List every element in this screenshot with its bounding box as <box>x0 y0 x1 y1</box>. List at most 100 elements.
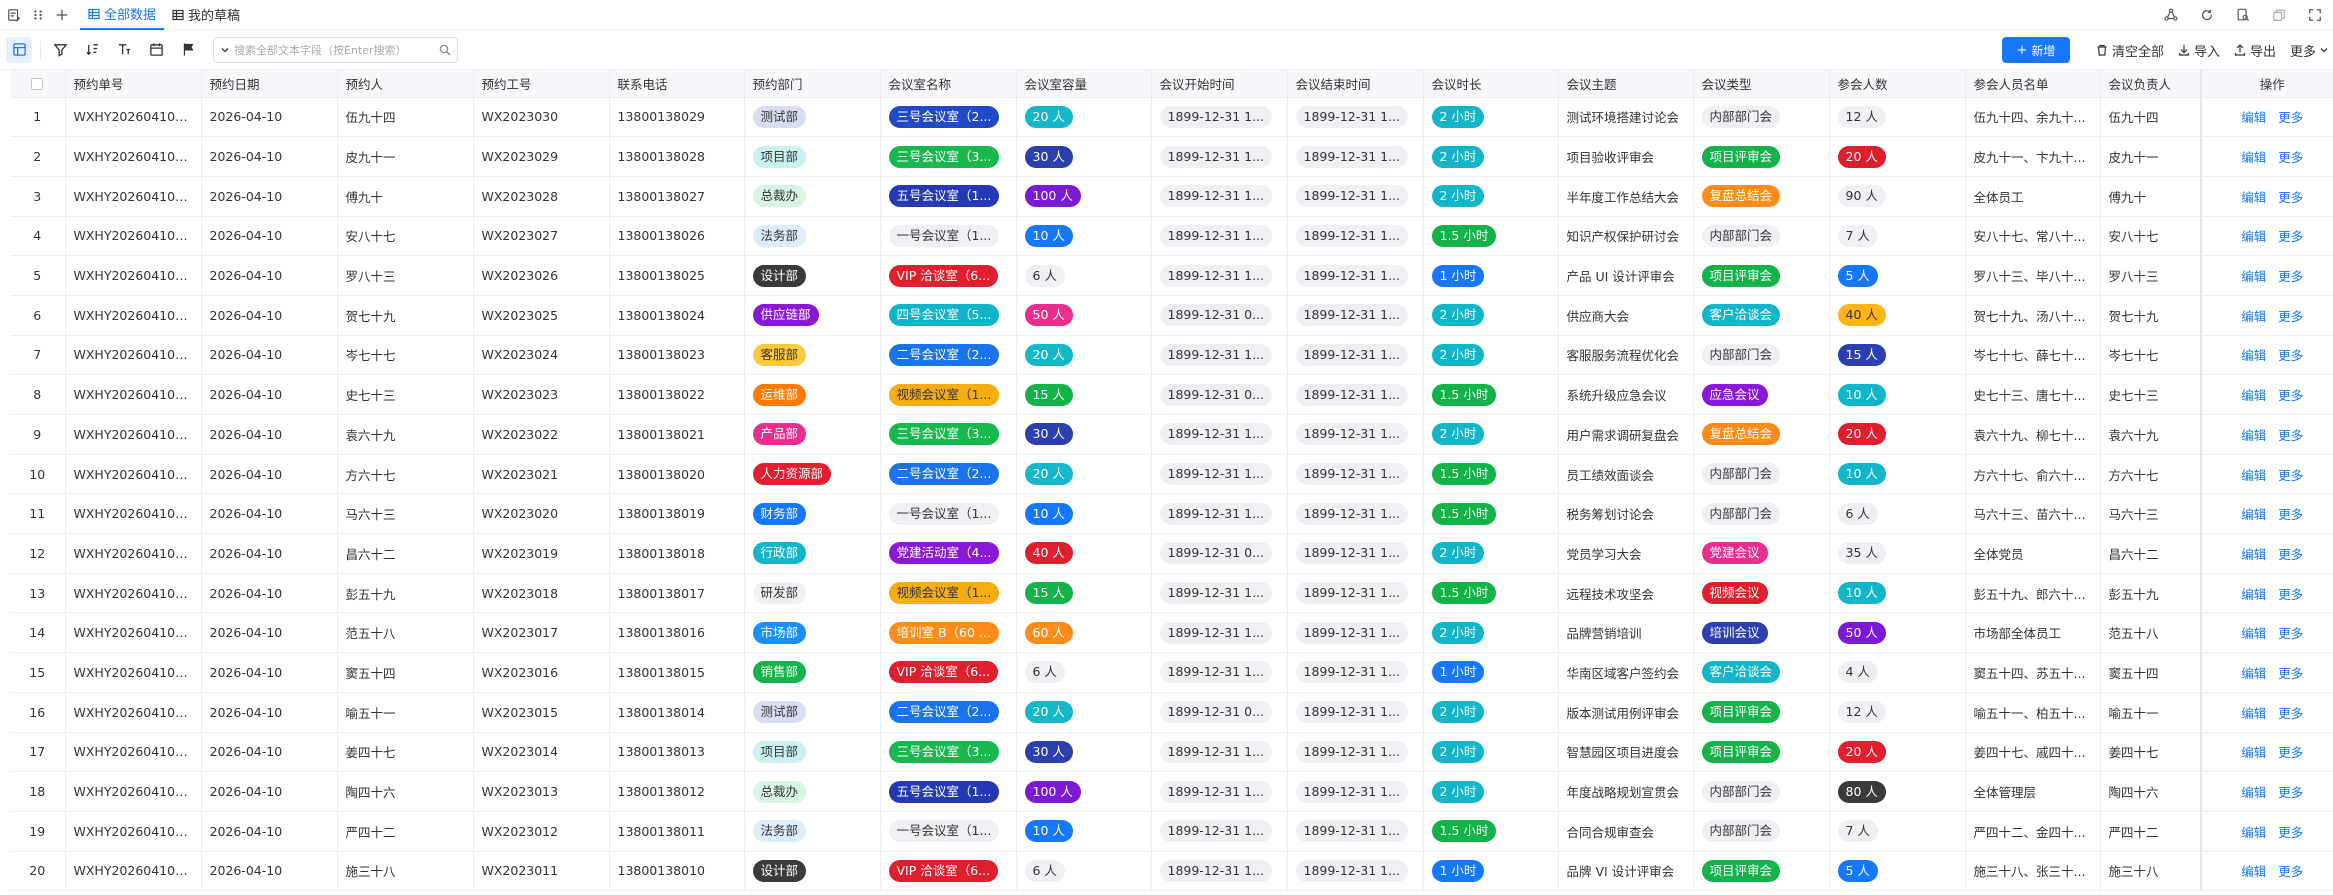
edit-link[interactable]: 编辑 <box>2241 150 2266 165</box>
edit-link[interactable]: 编辑 <box>2241 269 2266 284</box>
column-header[interactable]: 会议时长 <box>1423 70 1559 98</box>
more-link[interactable]: 更多 <box>2278 587 2303 602</box>
table-row[interactable]: 13 WXHY20260410018 2026-04-10 彭五十九 WX2023018… <box>10 573 2333 614</box>
more-link[interactable]: 更多 <box>2278 785 2303 800</box>
edit-link[interactable]: 编辑 <box>2241 666 2266 681</box>
more-link[interactable]: 更多 <box>2278 547 2303 562</box>
edit-link[interactable]: 编辑 <box>2241 110 2266 125</box>
more-link[interactable]: 更多 <box>2278 825 2303 840</box>
table-row[interactable]: 19 WXHY20260410012 2026-04-10 严四十二 WX2023012… <box>10 811 2333 852</box>
more-link[interactable]: 更多 <box>2278 706 2303 721</box>
tab-all-data[interactable]: 全部数据 <box>80 0 165 30</box>
tab-my-drafts[interactable]: 我的草稿 <box>164 0 248 30</box>
more-link[interactable]: 更多 <box>2278 666 2303 681</box>
more-link[interactable]: 更多 <box>2278 468 2303 483</box>
edit-link[interactable]: 编辑 <box>2241 825 2266 840</box>
more-link[interactable]: 更多 <box>2278 864 2303 879</box>
column-header[interactable]: 参会人员名单 <box>1965 70 2101 98</box>
table-row[interactable]: 11 WXHY20260410020 2026-04-10 马六十三 WX2023020… <box>10 493 2333 535</box>
edit-link[interactable]: 编辑 <box>2241 706 2266 721</box>
edit-link[interactable]: 编辑 <box>2241 587 2266 602</box>
table-row[interactable]: 20 WXHY20260410011 2026-04-10 施三十八 WX2023011… <box>10 851 2333 892</box>
table-row[interactable]: 7 WXHY20260410024 2026-04-10 岑七十七 WX2023024 1… <box>10 335 2333 376</box>
more-link[interactable]: 更多 <box>2278 190 2303 205</box>
search-input[interactable]: 搜索全部文本字段（按Enter搜索） <box>213 36 458 63</box>
table-row[interactable]: 3 WXHY20260410028 2026-04-10 傅九十 WX2023028 13… <box>10 176 2333 217</box>
view-toggle-button[interactable] <box>6 36 32 63</box>
column-header[interactable]: 会议室容量 <box>1016 70 1152 98</box>
add-button[interactable]: + 新增 <box>2001 37 2070 63</box>
export-button[interactable]: 导出 <box>2234 41 2276 60</box>
column-header[interactable]: 联系电话 <box>609 70 745 98</box>
more-link[interactable]: 更多 <box>2278 309 2303 324</box>
column-header[interactable]: 会议开始时间 <box>1151 70 1288 98</box>
more-link[interactable]: 更多 <box>2278 428 2303 443</box>
column-header[interactable]: 预约日期 <box>201 70 338 98</box>
select-all-checkbox[interactable] <box>31 78 44 91</box>
edit-link[interactable]: 编辑 <box>2241 547 2266 562</box>
table-row[interactable]: 14 WXHY20260410017 2026-04-10 范五十八 WX2023017… <box>10 612 2333 654</box>
import-button[interactable]: 导入 <box>2178 41 2220 60</box>
chevron-down-icon[interactable] <box>220 45 230 55</box>
more-link[interactable]: 更多 <box>2278 110 2303 125</box>
more-link[interactable]: 更多 <box>2278 745 2303 760</box>
edit-link[interactable]: 编辑 <box>2241 309 2266 324</box>
edit-link[interactable]: 编辑 <box>2241 507 2266 522</box>
table-row[interactable]: 5 WXHY20260410026 2026-04-10 罗八十三 WX2023026 1… <box>10 255 2333 296</box>
form-icon[interactable] <box>4 5 24 25</box>
column-header[interactable]: 预约人 <box>337 70 474 98</box>
grid-dots-icon[interactable] <box>28 5 48 25</box>
calendar-button[interactable] <box>143 37 169 63</box>
column-header[interactable]: 预约单号 <box>65 70 202 98</box>
select-all-header[interactable] <box>10 70 66 98</box>
flag-button[interactable] <box>175 37 201 63</box>
more-link[interactable]: 更多 <box>2278 269 2303 284</box>
column-header[interactable]: 会议主题 <box>1558 70 1694 98</box>
more-link[interactable]: 更多 <box>2278 150 2303 165</box>
edit-link[interactable]: 编辑 <box>2241 190 2266 205</box>
column-header[interactable]: 会议室名称 <box>880 70 1017 98</box>
table-row[interactable]: 16 WXHY20260410015 2026-04-10 喻五十一 WX2023015… <box>10 692 2333 733</box>
document-search-icon[interactable] <box>2233 5 2253 25</box>
more-link[interactable]: 更多 <box>2278 388 2303 403</box>
table-row[interactable]: 4 WXHY20260410027 2026-04-10 安八十七 WX2023027 1… <box>10 216 2333 257</box>
more-link[interactable]: 更多 <box>2278 626 2303 641</box>
refresh-icon[interactable] <box>2197 5 2217 25</box>
edit-link[interactable]: 编辑 <box>2241 626 2266 641</box>
table-row[interactable]: 8 WXHY20260410023 2026-04-10 史七十三 WX2023023 1… <box>10 374 2333 415</box>
table-row[interactable]: 6 WXHY20260410025 2026-04-10 贺七十九 WX2023025 1… <box>10 295 2333 336</box>
column-header[interactable]: 预约部门 <box>744 70 881 98</box>
text-format-button[interactable] <box>111 37 137 63</box>
column-header[interactable]: 预约工号 <box>473 70 610 98</box>
edit-link[interactable]: 编辑 <box>2241 468 2266 483</box>
column-header[interactable]: 会议负责人 <box>2100 70 2202 98</box>
table-row[interactable]: 2 WXHY20260410029 2026-04-10 皮九十一 WX2023029 1… <box>10 136 2333 177</box>
edit-link[interactable]: 编辑 <box>2241 785 2266 800</box>
table-row[interactable]: 9 WXHY20260410022 2026-04-10 袁六十九 WX2023022 1… <box>10 414 2333 455</box>
edit-link[interactable]: 编辑 <box>2241 229 2266 244</box>
edit-link[interactable]: 编辑 <box>2241 348 2266 363</box>
edit-link[interactable]: 编辑 <box>2241 428 2266 443</box>
table-row[interactable]: 18 WXHY20260410013 2026-04-10 陶四十六 WX2023013… <box>10 771 2333 812</box>
table-row[interactable]: 12 WXHY20260410019 2026-04-10 昌六十二 WX2023019… <box>10 533 2333 574</box>
more-link[interactable]: 更多 <box>2278 348 2303 363</box>
column-header[interactable]: 参会人数 <box>1829 70 1966 98</box>
column-header[interactable]: 会议结束时间 <box>1287 70 1424 98</box>
edit-link[interactable]: 编辑 <box>2241 864 2266 879</box>
share-icon[interactable] <box>2161 5 2181 25</box>
table-row[interactable]: 10 WXHY20260410021 2026-04-10 方六十七 WX2023021… <box>10 454 2333 495</box>
more-link[interactable]: 更多 <box>2278 507 2303 522</box>
table-row[interactable]: 17 WXHY20260410014 2026-04-10 姜四十七 WX2023014… <box>10 732 2333 773</box>
search-icon[interactable] <box>439 44 451 56</box>
fullscreen-icon[interactable] <box>2305 5 2325 25</box>
table-row[interactable]: 1 WXHY20260410030 2026-04-10 伍九十四 WX2023030 1… <box>10 97 2333 138</box>
layers-icon[interactable] <box>2269 5 2289 25</box>
filter-button[interactable] <box>47 37 73 63</box>
edit-link[interactable]: 编辑 <box>2241 745 2266 760</box>
more-menu-button[interactable]: 更多 <box>2290 41 2329 60</box>
edit-link[interactable]: 编辑 <box>2241 388 2266 403</box>
column-header[interactable]: 会议类型 <box>1693 70 1830 98</box>
add-view-icon[interactable] <box>52 5 72 25</box>
table-row[interactable]: 15 WXHY20260410016 2026-04-10 窦五十四 WX2023016… <box>10 652 2333 693</box>
more-link[interactable]: 更多 <box>2278 229 2303 244</box>
